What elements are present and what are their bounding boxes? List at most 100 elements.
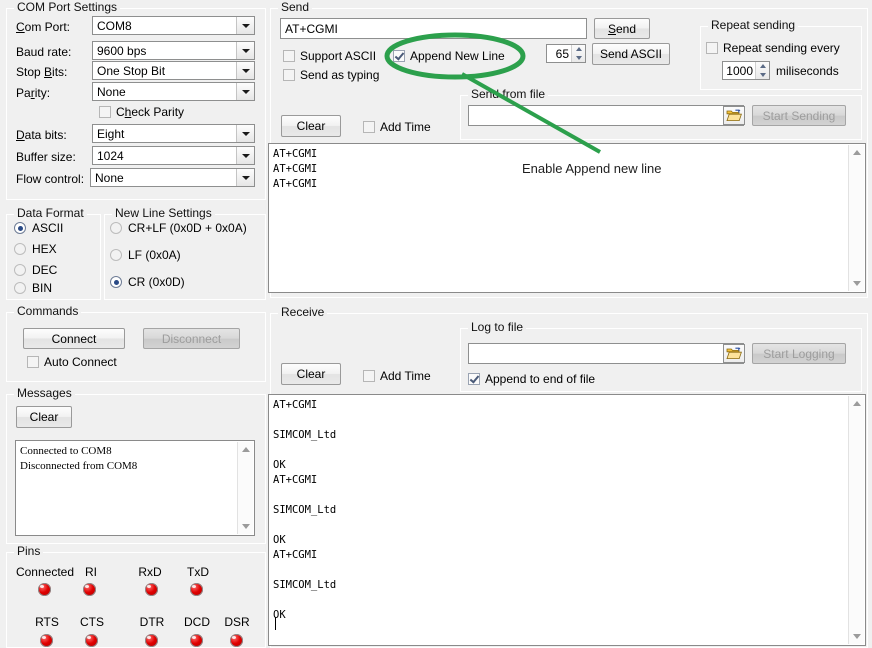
spinner-buttons[interactable]	[755, 62, 769, 79]
receive-add-time-label: Add Time	[380, 369, 431, 383]
radio-crlf[interactable]: CR+LF (0x0D + 0x0A)	[110, 221, 247, 235]
checkbox-box	[363, 370, 375, 382]
chevron-down-icon[interactable]	[236, 42, 254, 59]
send-add-time-checkbox[interactable]: Add Time	[363, 120, 431, 134]
checkbox-box	[468, 373, 480, 385]
messages-scrollbar[interactable]	[237, 442, 253, 534]
receive-log-scrollbar[interactable]	[848, 396, 864, 644]
chevron-down-icon[interactable]	[236, 169, 254, 186]
folder-open-icon[interactable]	[723, 106, 745, 125]
scroll-up-icon[interactable]	[849, 397, 864, 410]
pin-label-rxd: RxD	[124, 565, 176, 579]
send-ascii-button[interactable]: Send ASCII	[592, 43, 670, 65]
scroll-down-icon[interactable]	[849, 277, 864, 290]
stop-bits-value: One Stop Bit	[93, 64, 236, 78]
led-rts	[40, 634, 53, 647]
flow-control-select[interactable]: None	[90, 168, 255, 187]
data-format-title: Data Format	[14, 207, 87, 219]
chevron-down-icon[interactable]	[236, 83, 254, 100]
parity-select[interactable]: None	[92, 82, 255, 101]
stop-bits-select[interactable]: One Stop Bit	[92, 61, 255, 80]
radio-bin-label: BIN	[32, 281, 52, 295]
led-dcd	[190, 634, 203, 647]
receive-log[interactable]: AT+CGMI SIMCOM_Ltd OK AT+CGMI SIMCOM_Ltd…	[268, 394, 866, 646]
start-sending-button[interactable]: Start Sending	[752, 105, 846, 126]
baud-rate-select[interactable]: 9600 bps	[92, 41, 255, 60]
radio-hex[interactable]: HEX	[14, 242, 57, 256]
scroll-down-icon[interactable]	[238, 520, 253, 533]
data-bits-label: Data bits:	[16, 128, 67, 142]
connect-button[interactable]: Connect	[23, 328, 125, 349]
pin-label-txd: TxD	[172, 565, 224, 579]
checkbox-box	[363, 121, 375, 133]
start-logging-button[interactable]: Start Logging	[752, 343, 846, 364]
send-log-scrollbar[interactable]	[848, 145, 864, 291]
disconnect-label: Disconnect	[162, 332, 221, 346]
auto-connect-checkbox[interactable]: Auto Connect	[27, 355, 117, 369]
send-from-file-title: Send from file	[468, 88, 548, 100]
radio-bin[interactable]: BIN	[14, 281, 52, 295]
pin-label-cts: CTS	[75, 615, 109, 629]
com-port-label: Com Port:	[16, 20, 70, 34]
com-port-select[interactable]: COM8	[92, 16, 255, 35]
send-ascii-label: Send ASCII	[600, 47, 662, 61]
commands-title: Commands	[14, 305, 81, 317]
text-caret	[275, 617, 276, 630]
com-port-settings-title: COM Port Settings	[14, 1, 120, 13]
append-end-of-file-label: Append to end of file	[485, 372, 595, 386]
radio-dot	[14, 243, 26, 255]
chevron-down-icon[interactable]	[236, 125, 254, 142]
radio-ascii[interactable]: ASCII	[14, 221, 63, 235]
pin-label-ri: RI	[68, 565, 114, 579]
chevron-down-icon[interactable]	[236, 147, 254, 164]
scroll-up-icon[interactable]	[238, 443, 253, 456]
send-from-file-input[interactable]	[468, 105, 744, 126]
scroll-down-icon[interactable]	[849, 630, 864, 643]
pin-label-dtr: DTR	[135, 615, 169, 629]
buffer-size-value: 1024	[93, 149, 236, 163]
scroll-up-icon[interactable]	[849, 146, 864, 159]
chevron-down-icon[interactable]	[236, 17, 254, 34]
send-as-typing-checkbox[interactable]: Send as typing	[283, 68, 379, 82]
buffer-size-select[interactable]: 1024	[92, 146, 255, 165]
com-port-value: COM8	[93, 19, 236, 33]
spinner-buttons[interactable]	[571, 45, 585, 62]
radio-dot	[14, 282, 26, 294]
folder-open-icon[interactable]	[723, 344, 745, 363]
send-clear-button[interactable]: Clear	[281, 115, 341, 137]
append-new-line-checkbox[interactable]: Append New Line	[393, 49, 505, 63]
pin-label-dcd: DCD	[180, 615, 214, 629]
disconnect-button[interactable]: Disconnect	[143, 328, 240, 349]
new-line-settings-title: New Line Settings	[112, 207, 215, 219]
repeat-interval-spinner[interactable]: 1000	[722, 61, 770, 80]
radio-lf-label: LF (0x0A)	[128, 248, 181, 262]
repeat-sending-checkbox[interactable]: Repeat sending every	[706, 41, 840, 55]
messages-log[interactable]: Connected to COM8 Disconnected from COM8	[15, 440, 255, 536]
radio-dec[interactable]: DEC	[14, 263, 57, 277]
support-ascii-checkbox[interactable]: Support ASCII	[283, 49, 376, 63]
send-command-input[interactable]: AT+CGMI	[280, 18, 587, 39]
radio-cr[interactable]: CR (0x0D)	[110, 275, 185, 289]
messages-clear-button[interactable]: Clear	[16, 406, 72, 428]
append-end-of-file-checkbox[interactable]: Append to end of file	[468, 372, 595, 386]
radio-dot	[110, 222, 122, 234]
receive-clear-button[interactable]: Clear	[281, 363, 341, 385]
send-add-time-label: Add Time	[380, 120, 431, 134]
send-button[interactable]: Send	[594, 18, 650, 39]
data-bits-select[interactable]: Eight	[92, 124, 255, 143]
append-new-line-label: Append New Line	[410, 49, 505, 63]
led-dsr	[230, 634, 243, 647]
radio-dot	[110, 276, 122, 288]
radio-hex-label: HEX	[32, 242, 57, 256]
ascii-value-spinner[interactable]: 65	[546, 44, 586, 63]
flow-control-label: Flow control:	[16, 172, 84, 186]
repeat-sending-title: Repeat sending	[708, 19, 798, 31]
chevron-down-icon[interactable]	[236, 62, 254, 79]
check-parity-checkbox[interactable]: Check Parity	[99, 105, 184, 119]
radio-lf[interactable]: LF (0x0A)	[110, 248, 181, 262]
checkbox-box	[27, 356, 39, 368]
log-to-file-input[interactable]	[468, 343, 744, 364]
messages-clear-label: Clear	[30, 410, 59, 424]
receive-add-time-checkbox[interactable]: Add Time	[363, 369, 431, 383]
repeat-sending-label: Repeat sending every	[723, 41, 840, 55]
